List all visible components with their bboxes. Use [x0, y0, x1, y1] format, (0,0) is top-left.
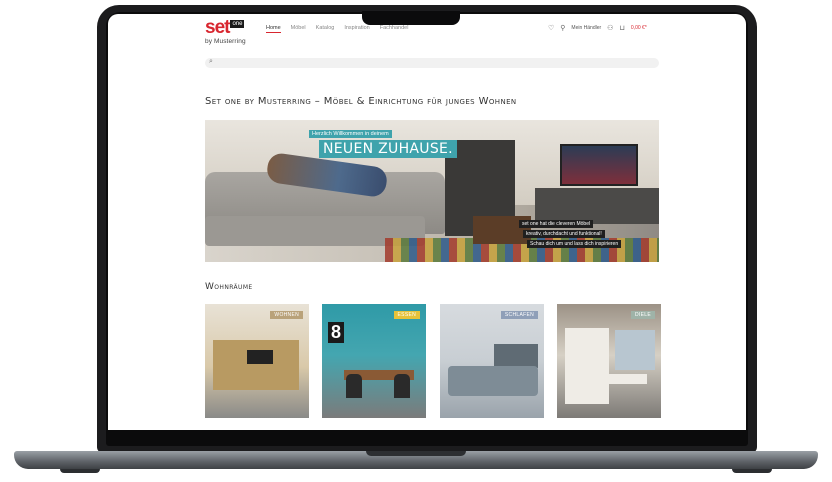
brand-name: set — [205, 17, 230, 38]
pin-icon[interactable]: ⚲ — [560, 24, 565, 32]
room-tag: ESSEN — [393, 311, 420, 319]
nav-item-home[interactable]: Home — [266, 25, 281, 33]
hero-badge-large: NEUEN ZUHAUSE. — [319, 140, 457, 158]
hero-tv — [560, 144, 638, 186]
hero-banner[interactable]: Herzlich Willkommen in deinem NEUEN ZUHA… — [205, 120, 659, 262]
tile-furniture — [213, 340, 299, 390]
room-tile-essen[interactable]: 8 ESSEN — [322, 304, 426, 418]
room-tile-diele[interactable]: DIELE — [557, 304, 661, 418]
search-icon: ⌕ — [209, 58, 213, 65]
room-tag: SCHLAFEN — [500, 311, 538, 319]
laptop-foot — [60, 469, 100, 473]
tile-cabinet — [565, 328, 609, 404]
tile-tv — [247, 350, 273, 364]
hero-caption-line: Schau dich um und lass dich inspirieren — [527, 240, 622, 248]
brand-logo[interactable]: set one by Musterring — [205, 18, 246, 45]
room-tag: DIELE — [631, 311, 655, 319]
cart-icon[interactable]: ⊔ — [619, 24, 624, 32]
nav-item-inspiration[interactable]: Inspiration — [344, 25, 369, 33]
brand-superscript: one — [230, 20, 245, 28]
laptop-mockup: set one by Musterring Home Möbel Katalog … — [0, 0, 832, 482]
rooms-heading: Wohnräume — [205, 282, 253, 292]
page-title: Set one by Musterring – Möbel & Einricht… — [205, 96, 517, 107]
laptop-groove — [366, 451, 466, 456]
hero-cabinet — [535, 188, 659, 224]
hero-badge-small: Herzlich Willkommen in deinem — [309, 130, 392, 138]
nav-item-katalog[interactable]: Katalog — [316, 25, 335, 33]
hero-caption-line: kreativ, durchdacht und funktional! — [523, 230, 605, 238]
room-tag: WOHNEN — [270, 311, 303, 319]
nav-item-moebel[interactable]: Möbel — [291, 25, 306, 33]
tile-number: 8 — [328, 322, 345, 343]
camera-notch — [362, 11, 460, 25]
laptop-foot — [732, 469, 772, 473]
main-nav: Home Möbel Katalog Inspiration Fachhande… — [266, 25, 408, 33]
cart-total[interactable]: 0,00 €* — [631, 25, 647, 31]
room-tile-wohnen[interactable]: WOHNEN — [205, 304, 309, 418]
heart-icon[interactable]: ♡ — [548, 24, 554, 32]
tile-window — [615, 330, 655, 370]
room-tile-schlafen[interactable]: SCHLAFEN — [440, 304, 544, 418]
browser-screen: set one by Musterring Home Möbel Katalog … — [108, 14, 746, 430]
dealer-link[interactable]: Mein Händler — [571, 25, 601, 31]
tile-bed — [448, 366, 538, 396]
user-icon[interactable]: ⚇ — [607, 24, 613, 32]
tile-chair — [346, 374, 362, 398]
tile-table — [607, 374, 647, 384]
laptop-feet — [60, 469, 772, 474]
nav-item-fachhandel[interactable]: Fachhandel — [380, 25, 409, 33]
laptop-base — [14, 451, 818, 469]
tile-headboard — [494, 344, 538, 368]
hero-caption-line: set one hat die cleveren Möbel — [519, 220, 594, 228]
room-tiles: WOHNEN 8 ESSEN SCHLAFEN DIELE — [205, 304, 665, 418]
search-input[interactable]: ⌕ — [205, 58, 659, 68]
header-actions: ♡ ⚲ Mein Händler ⚇ ⊔ 0,00 €* — [548, 24, 647, 32]
brand-byline: by Musterring — [205, 38, 246, 45]
tile-chair — [394, 374, 410, 398]
